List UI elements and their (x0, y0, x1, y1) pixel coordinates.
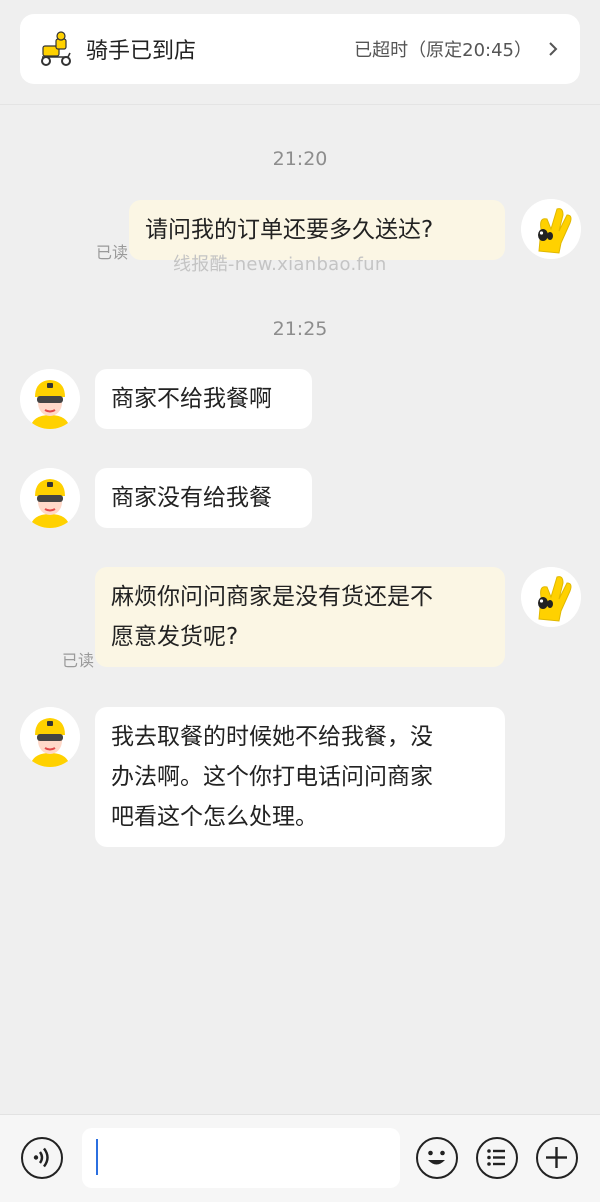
message-bubble-rider[interactable]: 商家没有给我餐 (95, 468, 312, 528)
watermark: 线报酷-new.xianbao.fun (173, 254, 387, 275)
rider-face-icon (20, 369, 80, 429)
emoji-button[interactable] (416, 1137, 458, 1179)
voice-icon (33, 1147, 49, 1168)
message-input[interactable] (82, 1128, 400, 1188)
user-avatar[interactable] (521, 199, 581, 259)
status-title: 骑手已到店 (86, 39, 197, 64)
rider-face-icon (20, 707, 80, 767)
message-text: 商家不给我餐啊 (111, 386, 272, 412)
message-text-line: 我去取餐的时候她不给我餐，没 (111, 724, 433, 750)
read-receipt: 已读 (62, 651, 95, 670)
message-text-line: 吧看这个怎么处理。 (111, 804, 318, 830)
read-receipt: 已读 (96, 243, 129, 262)
message-bubble-rider[interactable]: 我去取餐的时候她不给我餐，没 办法啊。这个你打电话问问商家 吧看这个怎么处理。 (95, 707, 505, 847)
rider-face-icon (20, 468, 80, 528)
message-text-line: 麻烦你问问商家是没有货还是不 (111, 584, 433, 610)
smile-icon (428, 1150, 445, 1165)
header-divider (0, 104, 600, 105)
message-text: 商家没有给我餐 (111, 485, 272, 511)
hand-mascot-icon (521, 567, 581, 627)
text-cursor (96, 1139, 98, 1175)
rider-avatar[interactable] (20, 369, 80, 429)
message-text-line: 愿意发货呢? (111, 624, 239, 650)
message-timestamp: 21:20 (272, 148, 328, 170)
message-timestamp: 21:25 (272, 318, 328, 340)
rider-avatar[interactable] (20, 468, 80, 528)
status-time: 已超时（原定20:45） (354, 40, 532, 61)
order-status-card[interactable]: 骑手已到店 已超时（原定20:45） (20, 14, 580, 84)
message-bubble-me[interactable]: 麻烦你问问商家是没有货还是不 愿意发货呢? (95, 567, 505, 667)
message-text-line: 办法啊。这个你打电话问问商家 (111, 764, 433, 790)
chevron-right-icon (549, 42, 558, 56)
rider-avatar[interactable] (20, 707, 80, 767)
list-icon (487, 1149, 505, 1166)
plus-icon (546, 1147, 567, 1168)
message-text: 请问我的订单还要多久送达? (145, 217, 434, 243)
voice-button[interactable] (21, 1137, 63, 1179)
more-button[interactable] (536, 1137, 578, 1179)
hand-mascot-icon (521, 199, 581, 259)
input-bar (0, 1114, 600, 1202)
rider-scooter-icon (41, 31, 71, 66)
user-avatar[interactable] (521, 567, 581, 627)
quick-reply-button[interactable] (476, 1137, 518, 1179)
message-bubble-rider[interactable]: 商家不给我餐啊 (95, 369, 312, 429)
